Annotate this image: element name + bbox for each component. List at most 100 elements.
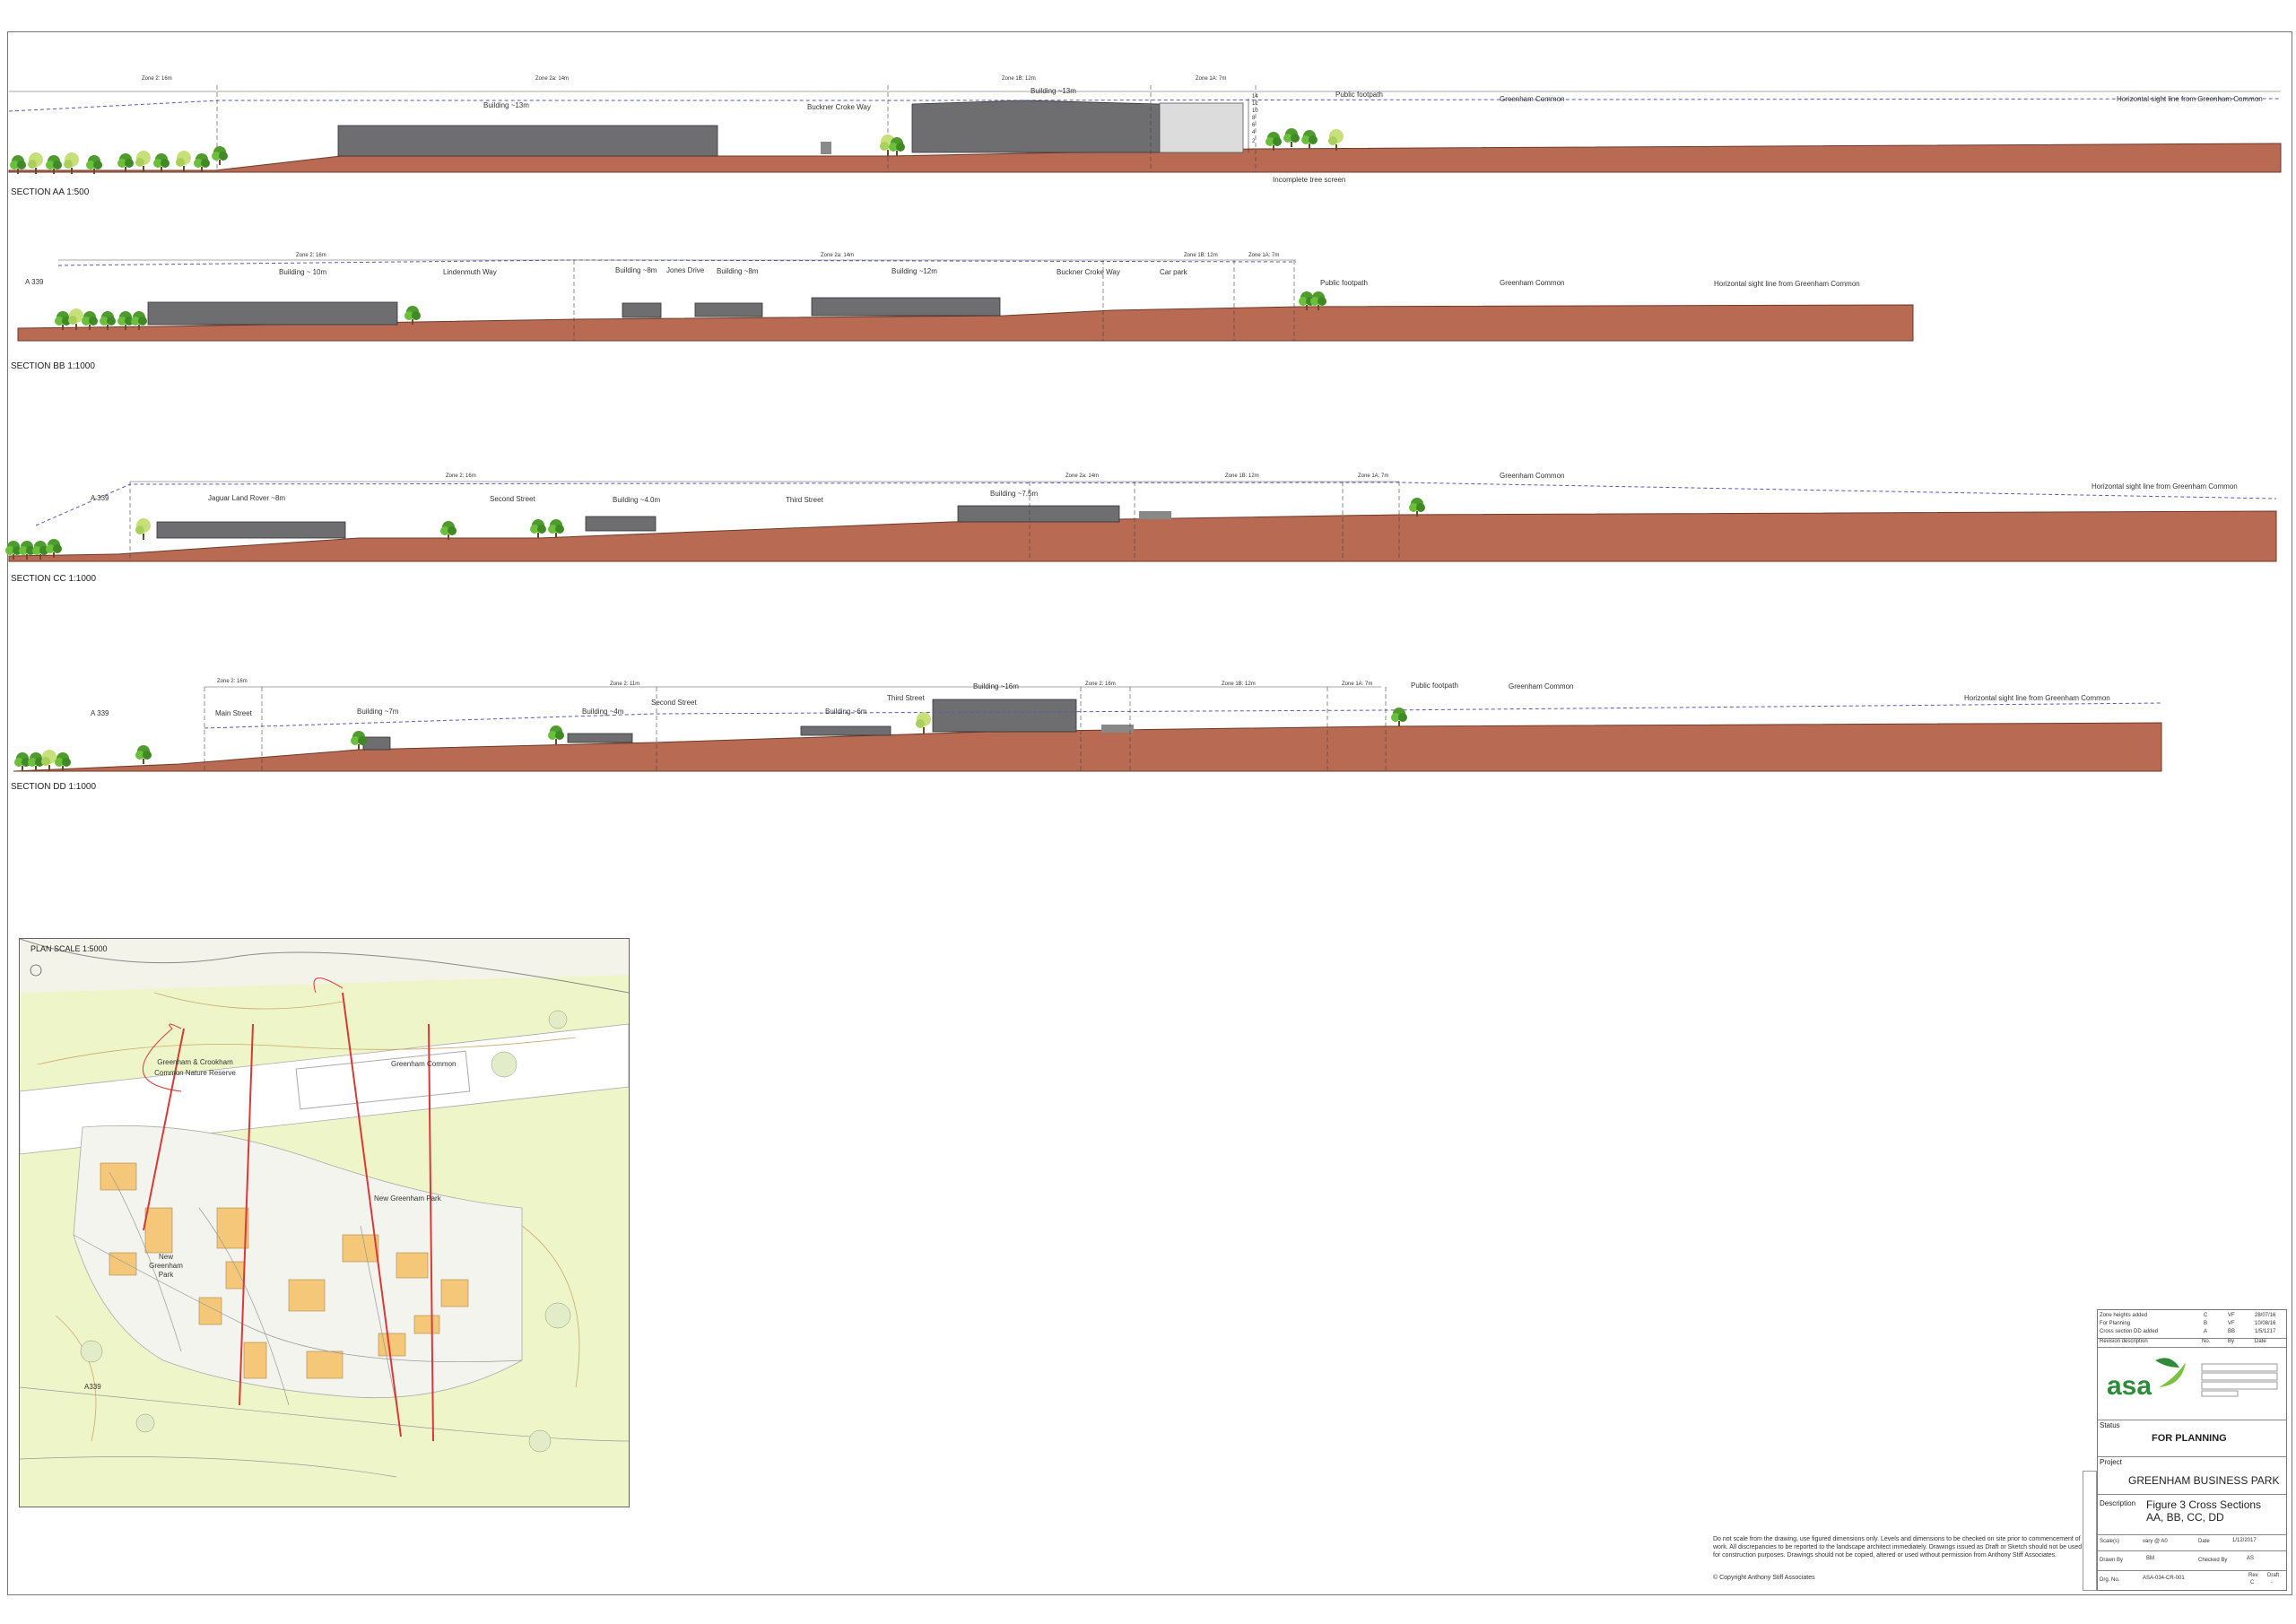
zone-label: Zone 1B: 12m	[1184, 253, 1218, 258]
project-label: Project	[2100, 1458, 2122, 1466]
section-cc-drawing	[5, 481, 2277, 562]
zone-label: Zone 2: 16m	[142, 76, 172, 82]
map-label: Greenham & Crookham Common Nature Reserv…	[154, 1058, 236, 1077]
footpath-label: Public footpath	[1335, 91, 1383, 99]
rev-date: 1/5/1217	[2255, 1329, 2276, 1334]
map-artwork	[20, 939, 629, 1507]
description-line1: Figure 3 Cross Sections	[2146, 1498, 2262, 1511]
rev-header-no: No.	[2202, 1339, 2211, 1344]
common-label: Greenham Common	[1500, 279, 1565, 287]
footpath-label: Public footpath	[1411, 682, 1458, 690]
zone-label: Zone 1A: 7m	[1248, 253, 1280, 258]
scale-tick: 6	[1252, 123, 1256, 128]
status-value: FOR PLANNING	[2152, 1433, 2227, 1444]
section-cc-title: SECTION CC 1:1000	[11, 574, 97, 584]
road-label: A 339	[91, 709, 109, 717]
zone-label: Zone 1B: 12m	[1222, 682, 1256, 687]
scale-tick: 10	[1252, 109, 1258, 114]
rev-value: C	[2250, 1580, 2255, 1585]
project-value: GREENHAM BUSINESS PARK	[2128, 1474, 2280, 1487]
zone-label: Zone 1A: 7m	[1342, 682, 1373, 687]
common-label: Greenham Common	[1500, 95, 1565, 103]
rev-desc: Cross section DD added	[2100, 1329, 2159, 1334]
tree-screen-label: Incomplete tree screen	[1273, 176, 1346, 184]
building-label: Building ~13m	[1031, 87, 1076, 95]
site-plan-map: PLAN SCALE 1:5000 Greenham & Crookham Co…	[19, 938, 630, 1507]
common-label: Greenham Common	[1509, 682, 1574, 690]
rev-desc: For Planning	[2100, 1321, 2131, 1326]
road-label: Third Street	[786, 496, 823, 504]
scale-tick: 2	[1252, 139, 1256, 144]
vertical-strip	[2083, 1471, 2097, 1591]
footpath-label: Public footpath	[1320, 279, 1368, 287]
zone-label: Zone 2a: 14m	[821, 253, 855, 258]
drawing-notes: Do not scale from the drawing, use figur…	[1713, 1536, 2083, 1559]
status-label: Status	[2100, 1421, 2120, 1429]
building-label: Building ~16m	[973, 682, 1019, 690]
date-value: 1/12/2017	[2232, 1538, 2257, 1543]
building-label: Building ~8m	[717, 267, 759, 275]
zone-label: Zone 1B: 12m	[1225, 473, 1259, 479]
sightline-label: Horizontal sight line from Greenham Comm…	[1714, 280, 1860, 288]
carpark-label: Car park	[1160, 268, 1187, 276]
zone-label: Zone 1A: 7m	[1196, 76, 1227, 82]
section-aa-title: SECTION AA 1:500	[11, 187, 90, 197]
rev-date: 28/07/16	[2255, 1313, 2276, 1318]
zone-label: Zone 2: 16m	[446, 473, 476, 479]
map-label: A339	[84, 1383, 101, 1391]
dwg-value: ASA-034-CR-001	[2143, 1576, 2185, 1581]
section-bb-title: SECTION BB 1:1000	[11, 361, 95, 371]
rev-header-desc: Revision description	[2100, 1339, 2148, 1344]
sightline-label: Horizontal sight line from Greenham Comm…	[2117, 95, 2263, 103]
scale-tick: 12	[1252, 101, 1258, 107]
dwg-label: Drg. No.	[2100, 1577, 2120, 1583]
asa-logo: asa	[2107, 1358, 2278, 1401]
road-label: A 339	[91, 494, 109, 502]
checked-label: Checked By	[2198, 1558, 2228, 1563]
scale-tick: 14	[1252, 94, 1258, 100]
building-label: Building ~4.0m	[613, 496, 661, 504]
drawn-label: Drawn By	[2100, 1558, 2124, 1563]
road-label: Second Street	[651, 699, 697, 707]
map-label: New Greenham Park	[374, 1194, 441, 1203]
rev-header-date: Date	[2255, 1339, 2266, 1344]
road-label: Second Street	[490, 495, 535, 503]
rev-no: B	[2204, 1321, 2208, 1326]
building-label: Building ~ 10m	[279, 268, 327, 276]
map-label: Greenham Common	[391, 1060, 457, 1068]
draft-label: Draft	[2267, 1573, 2280, 1578]
road-label: Buckner Croke Way	[807, 103, 871, 111]
road-label: Main Street	[215, 709, 252, 717]
logo-text: asa	[2107, 1371, 2152, 1401]
rev-label: Rev	[2248, 1573, 2258, 1578]
zone-label: Zone 2: 16m	[1085, 682, 1116, 687]
zone-label: Zone 2: 16m	[296, 253, 326, 258]
draft-value: -	[2271, 1580, 2273, 1585]
sightline-label: Horizontal sight line from Greenham Comm…	[2092, 482, 2238, 491]
description-line2: AA, BB, CC, DD	[2146, 1511, 2224, 1524]
road-label: Lindenmuth Way	[443, 268, 497, 276]
map-label: New Greenham Park	[149, 1253, 183, 1279]
building-label: Building ~7.5m	[990, 490, 1039, 498]
zone-label: Zone 2: 16m	[217, 679, 248, 684]
road-label: Third Street	[887, 694, 925, 702]
rev-by: BB	[2228, 1329, 2236, 1334]
rev-desc: Zone heights added	[2100, 1313, 2148, 1318]
building-label: Building ~12m	[891, 267, 937, 275]
date-label: Date	[2198, 1539, 2210, 1544]
rev-header-by: By	[2228, 1339, 2235, 1344]
drawn-value: BM	[2146, 1556, 2154, 1561]
plan-title: PLAN SCALE 1:5000	[30, 944, 108, 953]
building-label: Building ~4m	[582, 708, 624, 716]
road-label: Jones Drive	[666, 266, 705, 274]
zone-label: Zone 2a: 14m	[535, 76, 570, 82]
building-label: Building ~8m	[615, 266, 657, 274]
scale-tick: 4	[1252, 130, 1256, 135]
copyright: © Copyright Anthony Stiff Associates	[1713, 1575, 1815, 1581]
section-dd-title: SECTION DD 1:1000	[11, 782, 97, 792]
building-label: Jaguar Land Rover ~8m	[208, 494, 286, 502]
checked-value: AS	[2247, 1556, 2255, 1561]
section-dd-drawing	[13, 686, 2162, 772]
title-block: Zone heights added C VF 28/07/16 For Pla…	[2097, 1309, 2287, 1591]
scale-value: vary @ A0	[2143, 1539, 2168, 1544]
